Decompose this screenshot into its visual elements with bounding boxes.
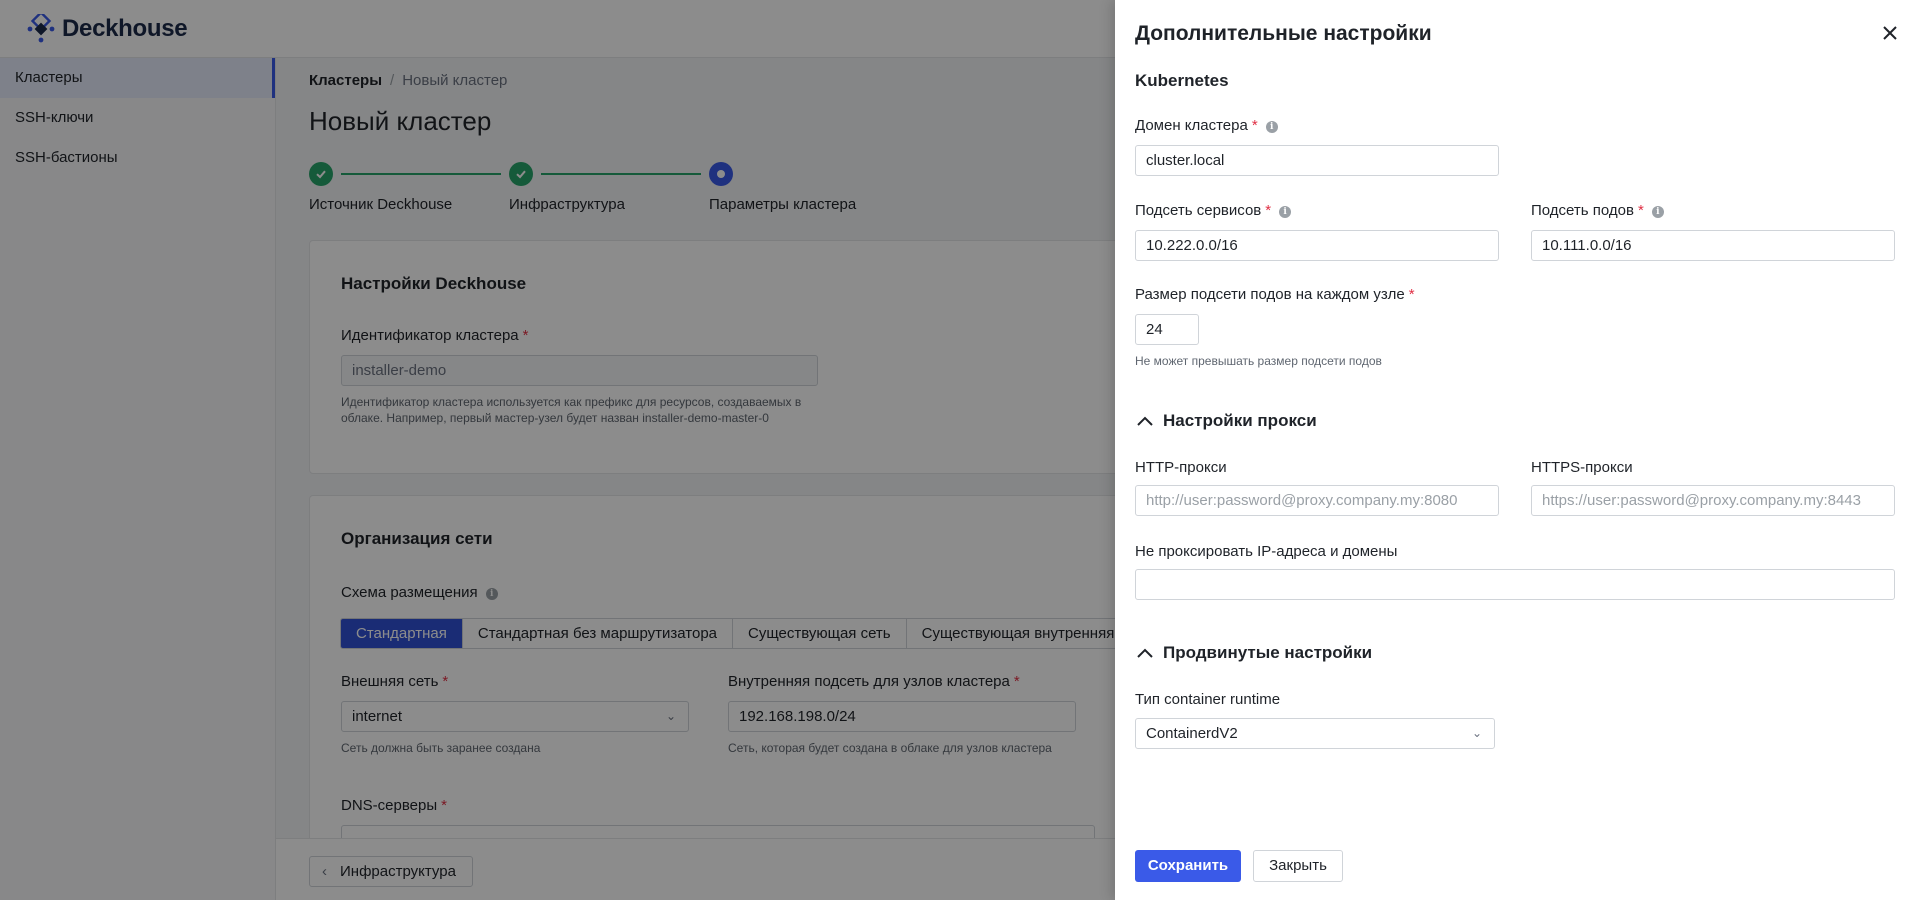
- info-icon[interactable]: i: [1651, 206, 1664, 218]
- chevron-up-icon: [1137, 648, 1153, 658]
- https-proxy-input[interactable]: https://user:password@proxy.company.my:8…: [1531, 485, 1895, 516]
- service-subnet-input[interactable]: 10.222.0.0/16: [1135, 230, 1499, 261]
- close-icon[interactable]: [1879, 22, 1901, 44]
- http-proxy-input[interactable]: http://user:password@proxy.company.my:80…: [1135, 485, 1499, 516]
- no-proxy-input[interactable]: [1135, 569, 1895, 600]
- proxy-section-title: Настройки прокси: [1163, 411, 1317, 430]
- node-pod-size-hint: Не может превышать размер подсети подов: [1135, 354, 1382, 368]
- modal-overlay[interactable]: [0, 0, 1115, 900]
- node-pod-subnet-size-input[interactable]: 24: [1135, 314, 1199, 345]
- advanced-section-toggle[interactable]: Продвинутые настройки: [1135, 643, 1372, 663]
- save-button[interactable]: Сохранить: [1135, 850, 1241, 882]
- info-icon[interactable]: i: [1265, 121, 1278, 133]
- field-label: Тип container runtime: [1135, 691, 1281, 708]
- info-icon[interactable]: i: [1279, 206, 1292, 218]
- chevron-up-icon: [1137, 416, 1153, 426]
- container-runtime-select[interactable]: ContainerdV2 ⌄: [1135, 718, 1495, 749]
- field-label: Не проксировать IP-адреса и домены: [1135, 543, 1398, 560]
- field-label: Размер подсети подов на каждом узле *: [1135, 286, 1415, 303]
- advanced-section-title: Продвинутые настройки: [1163, 643, 1373, 662]
- cluster-domain-input[interactable]: cluster.local: [1135, 145, 1499, 176]
- kubernetes-section-title: Kubernetes: [1135, 71, 1229, 90]
- chevron-down-icon: ⌄: [1471, 726, 1482, 740]
- field-label: Подсеть подов * i: [1531, 202, 1664, 219]
- field-label: Домен кластера * i: [1135, 117, 1278, 134]
- close-button[interactable]: Закрыть: [1253, 850, 1343, 882]
- field-label: HTTPS-прокси: [1531, 459, 1633, 476]
- field-label: HTTP-прокси: [1135, 459, 1227, 476]
- drawer-title: Дополнительные настройки: [1135, 22, 1432, 45]
- pod-subnet-input[interactable]: 10.111.0.0/16: [1531, 230, 1895, 261]
- proxy-section-toggle[interactable]: Настройки прокси: [1135, 411, 1317, 431]
- field-label: Подсеть сервисов * i: [1135, 202, 1292, 219]
- advanced-settings-drawer: Дополнительные настройки Kubernetes Доме…: [1115, 0, 1911, 900]
